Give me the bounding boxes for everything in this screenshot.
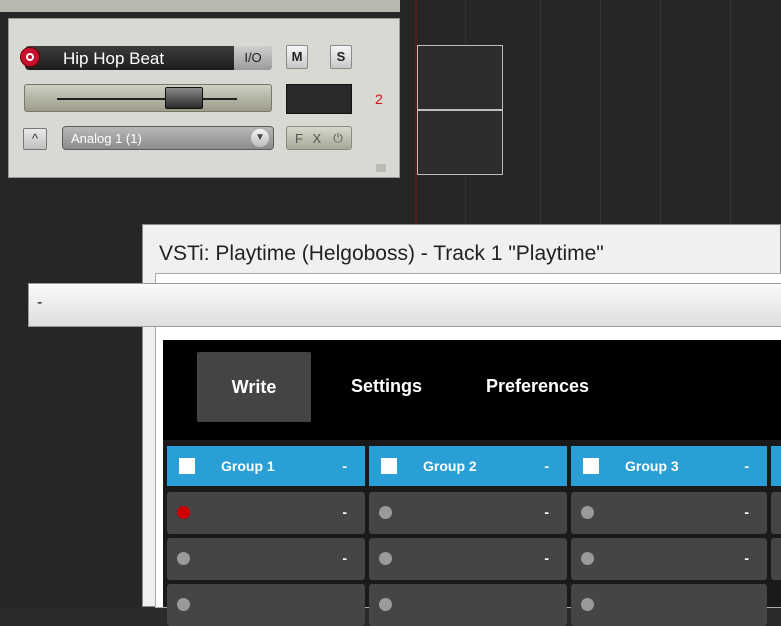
track-separator	[0, 0, 400, 12]
preferences-tab[interactable]: Preferences	[486, 376, 589, 397]
group-header-4[interactable]	[771, 446, 781, 486]
slot-menu[interactable]: -	[744, 550, 749, 566]
preset-value: -	[37, 294, 43, 311]
track-number: 2	[375, 91, 383, 107]
input-select-value: Analog 1 (1)	[71, 131, 142, 146]
clip-slot[interactable]: -	[167, 538, 365, 580]
playtime-nav: Write Settings Preferences	[163, 340, 781, 436]
preset-dropdown[interactable]: -	[28, 283, 781, 327]
record-icon[interactable]	[177, 506, 190, 519]
write-button[interactable]: Write	[197, 352, 311, 422]
group-label: Group 3	[625, 458, 679, 474]
power-icon[interactable]: ⏻	[329, 128, 347, 148]
clip-slot[interactable]: -	[369, 538, 567, 580]
slot-dot-icon[interactable]	[581, 598, 594, 611]
window-title: VSTi: Playtime (Helgoboss) - Track 1 "Pl…	[159, 242, 604, 265]
slot-dot-icon[interactable]	[581, 506, 594, 519]
fx-label: F X	[295, 131, 325, 146]
volume-fader[interactable]	[24, 84, 272, 112]
solo-button[interactable]: S	[330, 45, 352, 69]
input-select[interactable]: Analog 1 (1) ▼	[62, 126, 274, 150]
clip-slot[interactable]	[771, 538, 781, 580]
slot-dot-icon[interactable]	[177, 598, 190, 611]
chevron-down-icon[interactable]: ▼	[251, 129, 269, 147]
group-label: Group 1	[221, 458, 275, 474]
clip-slot[interactable]: -	[571, 492, 767, 534]
clip-slot[interactable]: -	[369, 492, 567, 534]
slot-menu[interactable]: -	[544, 504, 549, 520]
fader-track	[57, 98, 237, 100]
group-menu[interactable]: -	[744, 458, 749, 474]
group-header-1[interactable]: Group 1 -	[167, 446, 365, 486]
record-arm-button[interactable]	[20, 47, 40, 67]
clip-slot[interactable]	[167, 584, 365, 626]
group-checkbox[interactable]	[583, 458, 599, 474]
slot-dot-icon[interactable]	[177, 552, 190, 565]
clip-slot[interactable]: -	[167, 492, 365, 534]
group-menu[interactable]: -	[342, 458, 347, 474]
fx-button[interactable]: F X ⏻	[286, 126, 352, 150]
playtime-panel: Write Settings Preferences Group 1 - Gro…	[163, 340, 781, 626]
track-name: Hip Hop Beat	[63, 49, 165, 68]
slot-dot-icon[interactable]	[581, 552, 594, 565]
fader-knob[interactable]	[165, 87, 203, 109]
group-header-3[interactable]: Group 3 -	[571, 446, 767, 486]
group-label: Group 2	[423, 458, 477, 474]
media-item[interactable]	[417, 45, 503, 110]
slot-dot-icon[interactable]	[379, 552, 392, 565]
group-checkbox[interactable]	[179, 458, 195, 474]
slot-menu[interactable]: -	[342, 550, 347, 566]
io-button[interactable]: I/O	[234, 46, 272, 70]
clip-grid: Group 1 - Group 2 - Group 3 - - - - - - …	[163, 440, 781, 626]
level-meter	[286, 84, 352, 114]
clip-slot[interactable]	[369, 584, 567, 626]
media-item[interactable]	[417, 110, 503, 175]
arrow-up-icon[interactable]: ^	[23, 128, 47, 150]
track-name-box[interactable]: Hip Hop Beat I/O	[25, 46, 272, 70]
slot-menu[interactable]: -	[342, 504, 347, 520]
clip-slot[interactable]: -	[571, 538, 767, 580]
mute-button[interactable]: M	[286, 45, 308, 69]
slot-menu[interactable]: -	[544, 550, 549, 566]
slot-menu[interactable]: -	[744, 504, 749, 520]
slot-dot-icon[interactable]	[379, 598, 392, 611]
clip-slot[interactable]	[771, 492, 781, 534]
group-checkbox[interactable]	[381, 458, 397, 474]
settings-tab[interactable]: Settings	[351, 376, 422, 397]
slot-dot-icon[interactable]	[379, 506, 392, 519]
group-menu[interactable]: -	[544, 458, 549, 474]
group-header-2[interactable]: Group 2 -	[369, 446, 567, 486]
clip-slot[interactable]	[571, 584, 767, 626]
folder-icon[interactable]	[376, 164, 386, 172]
